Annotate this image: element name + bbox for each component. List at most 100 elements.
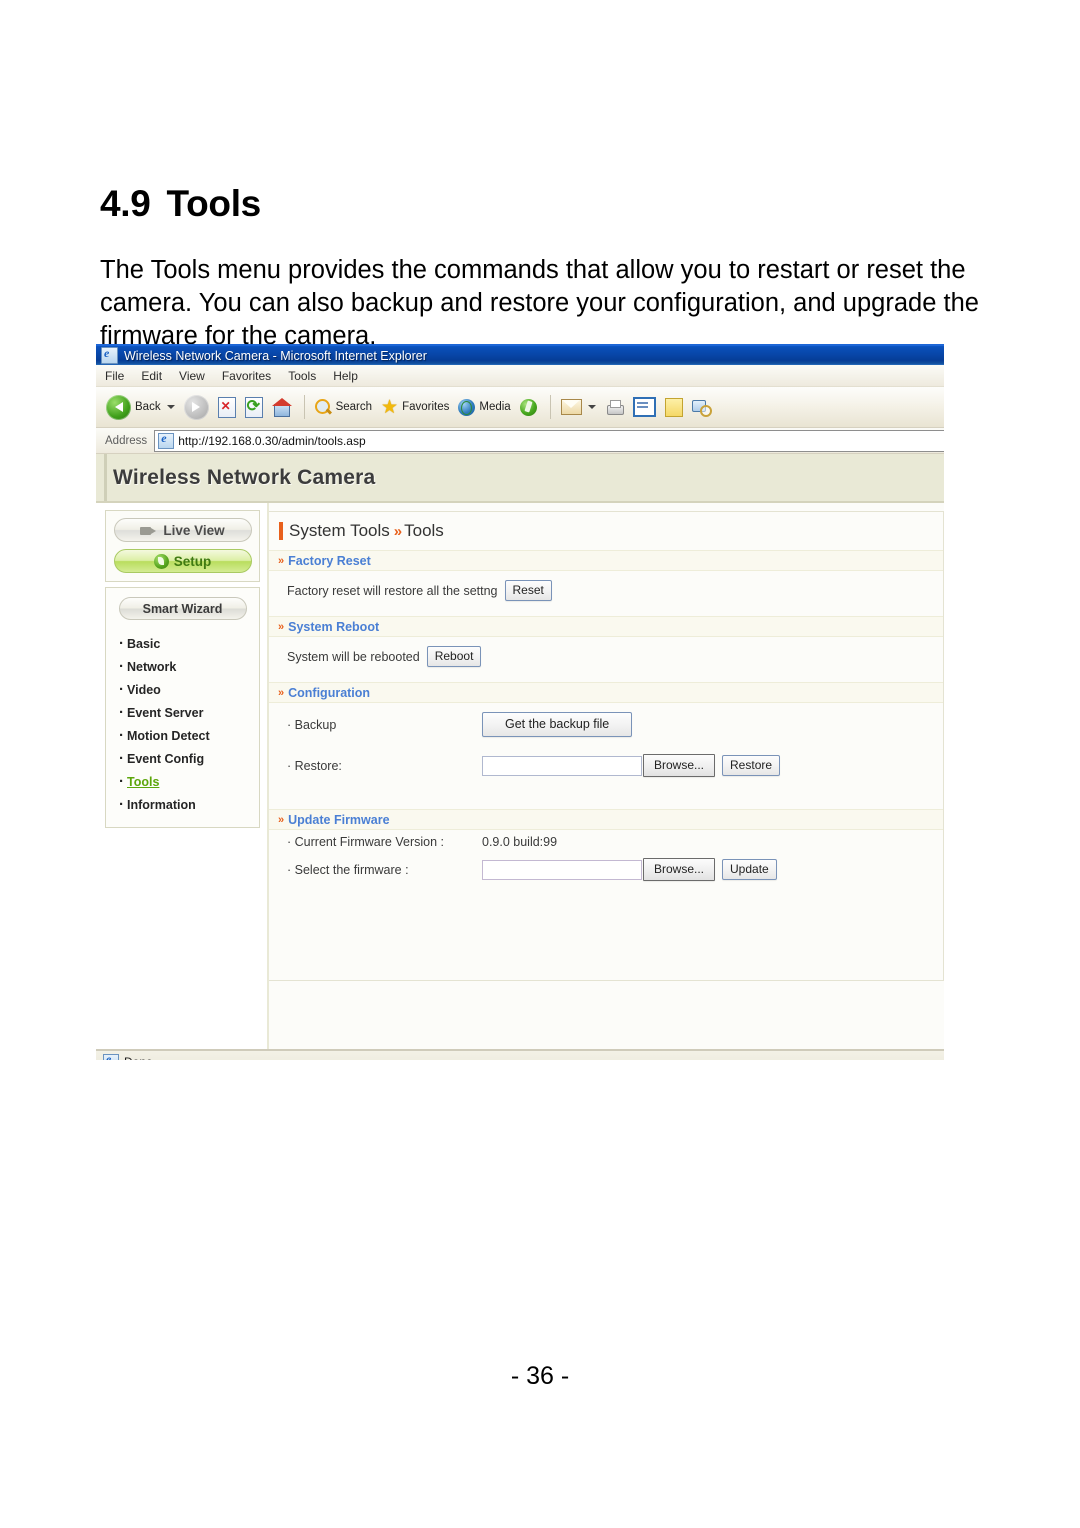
print-button[interactable]	[602, 398, 627, 417]
history-button[interactable]	[517, 397, 540, 418]
section-body-update-firmware: · Current Firmware Version : 0.9.0 build…	[269, 830, 943, 887]
breadcrumb: System Tools » Tools	[269, 512, 943, 550]
firmware-browse-button[interactable]: Browse...	[643, 858, 716, 881]
camcorder-icon	[140, 525, 157, 536]
status-text: Done	[124, 1055, 153, 1060]
mail-icon	[560, 399, 582, 415]
stop-icon	[217, 396, 236, 418]
breadcrumb-current: Tools	[404, 521, 444, 540]
menu-help[interactable]: Help	[333, 369, 358, 383]
edit-button[interactable]	[630, 395, 659, 419]
sidebar-item-video[interactable]: Video	[106, 678, 259, 702]
setup-button[interactable]: Setup	[113, 549, 252, 573]
factory-reset-description: Factory reset will restore all the settn…	[287, 583, 498, 598]
page-banner: Wireless Network Camera	[96, 454, 944, 503]
mail-chevron-down-icon[interactable]	[587, 405, 596, 409]
live-view-label: Live View	[163, 522, 225, 538]
toolbar-divider	[303, 395, 305, 419]
note-icon	[664, 397, 683, 417]
select-firmware-row: · Select the firmware : Browse... Update	[287, 858, 943, 881]
favorites-button[interactable]: ★ Favorites	[378, 396, 452, 419]
media-label: Media	[479, 401, 511, 413]
setup-label: Setup	[173, 553, 212, 569]
sidebar-item-network[interactable]: Network	[106, 655, 259, 679]
section-number: 4.9	[100, 182, 151, 224]
section-title: Factory Reset	[288, 553, 371, 568]
select-firmware-label: · Select the firmware :	[287, 862, 409, 877]
section-title: Update Firmware	[288, 812, 390, 827]
menu-file[interactable]: File	[105, 369, 124, 383]
camera-web-ui: Wireless Network Camera Live View Setup	[96, 454, 944, 1049]
notes-button[interactable]	[662, 396, 686, 419]
breadcrumb-separator: »	[393, 522, 403, 540]
breadcrumb-accent-bar	[279, 522, 283, 540]
restore-browse-button[interactable]: Browse...	[643, 754, 716, 777]
sidebar-item-label: Information	[127, 798, 196, 812]
smart-wizard-button[interactable]: Smart Wizard	[118, 597, 247, 620]
menu-favorites[interactable]: Favorites	[222, 369, 271, 383]
system-reboot-description: System will be rebooted	[287, 649, 420, 664]
section-title: System Reboot	[288, 619, 380, 634]
firmware-file-input[interactable]	[482, 859, 642, 880]
content-panel: System Tools » Tools » Factory Reset Fac…	[269, 511, 944, 981]
sidebar-item-event-config[interactable]: Event Config	[106, 747, 259, 771]
sidebar-item-event-server[interactable]: Event Server	[106, 701, 259, 725]
section-body-factory-reset: Factory reset will restore all the settn…	[269, 571, 943, 607]
back-label: Back	[135, 401, 161, 413]
search-button[interactable]: Search	[312, 397, 375, 418]
firmware-version-row: · Current Firmware Version : 0.9.0 build…	[287, 835, 943, 849]
discuss-button[interactable]	[689, 397, 713, 418]
breadcrumb-parent: System Tools	[289, 521, 390, 540]
back-arrow-icon	[106, 394, 131, 420]
menu-tools[interactable]: Tools	[288, 369, 316, 383]
double-chevron-icon: »	[278, 554, 285, 567]
backup-label: · Backup	[287, 717, 337, 732]
sidebar-item-label: Event Config	[127, 752, 205, 766]
home-button[interactable]	[269, 396, 294, 418]
status-page-icon	[103, 1052, 119, 1060]
printer-icon	[605, 399, 624, 415]
menu-view[interactable]: View	[179, 369, 205, 383]
sidebar-item-basic[interactable]: Basic	[106, 632, 259, 656]
address-url: http://192.168.0.30/admin/tools.asp	[178, 433, 366, 448]
section-header-factory-reset: » Factory Reset	[269, 550, 943, 571]
section-title: Configuration	[288, 685, 371, 700]
stop-button[interactable]	[215, 395, 239, 420]
sidebar-item-tools[interactable]: Tools	[106, 770, 259, 794]
media-button[interactable]: Media	[455, 397, 513, 418]
sidebar-item-label: Network	[127, 660, 177, 674]
get-backup-file-button[interactable]: Get the backup file	[482, 712, 633, 737]
reset-button[interactable]: Reset	[504, 580, 552, 601]
update-button[interactable]: Update	[722, 859, 777, 880]
refresh-icon	[244, 396, 263, 418]
content-area: System Tools » Tools » Factory Reset Fac…	[269, 503, 944, 1049]
sidebar-item-information[interactable]: Information	[106, 793, 259, 817]
setup-icon	[153, 553, 169, 569]
search-label: Search	[335, 401, 373, 413]
section-header-system-reboot: » System Reboot	[269, 616, 943, 637]
restore-button[interactable]: Restore	[722, 755, 781, 776]
browser-menubar: File Edit View Favorites Tools Help	[96, 365, 944, 387]
mail-button[interactable]	[558, 397, 599, 417]
browser-titlebar: Wireless Network Camera - Microsoft Inte…	[96, 344, 944, 365]
sidebar-menu-box: Smart Wizard Basic Network Video Event S…	[105, 587, 260, 828]
restore-file-input[interactable]	[482, 755, 642, 776]
address-input[interactable]: http://192.168.0.30/admin/tools.asp	[154, 429, 944, 452]
page-footer-number: - 36 -	[510, 1362, 570, 1390]
home-icon	[271, 398, 292, 417]
forward-button[interactable]	[181, 393, 212, 422]
chevron-down-icon[interactable]	[166, 405, 175, 409]
factory-reset-row: Factory reset will restore all the settn…	[287, 580, 943, 601]
banner-accent-bar	[104, 454, 107, 501]
reboot-button[interactable]: Reboot	[426, 646, 482, 667]
window-title: Wireless Network Camera - Microsoft Inte…	[124, 348, 427, 363]
smart-wizard-label: Smart Wizard	[142, 601, 223, 616]
menu-edit[interactable]: Edit	[141, 369, 162, 383]
refresh-button[interactable]	[242, 395, 266, 420]
sidebar-item-motion-detect[interactable]: Motion Detect	[106, 724, 259, 748]
back-button[interactable]: Back	[103, 393, 178, 422]
restore-row: · Restore: Browse... Restore	[287, 754, 943, 777]
intro-paragraph: The Tools menu provides the commands tha…	[100, 255, 979, 350]
browser-statusbar: Done	[96, 1049, 944, 1060]
live-view-button[interactable]: Live View	[113, 518, 252, 542]
